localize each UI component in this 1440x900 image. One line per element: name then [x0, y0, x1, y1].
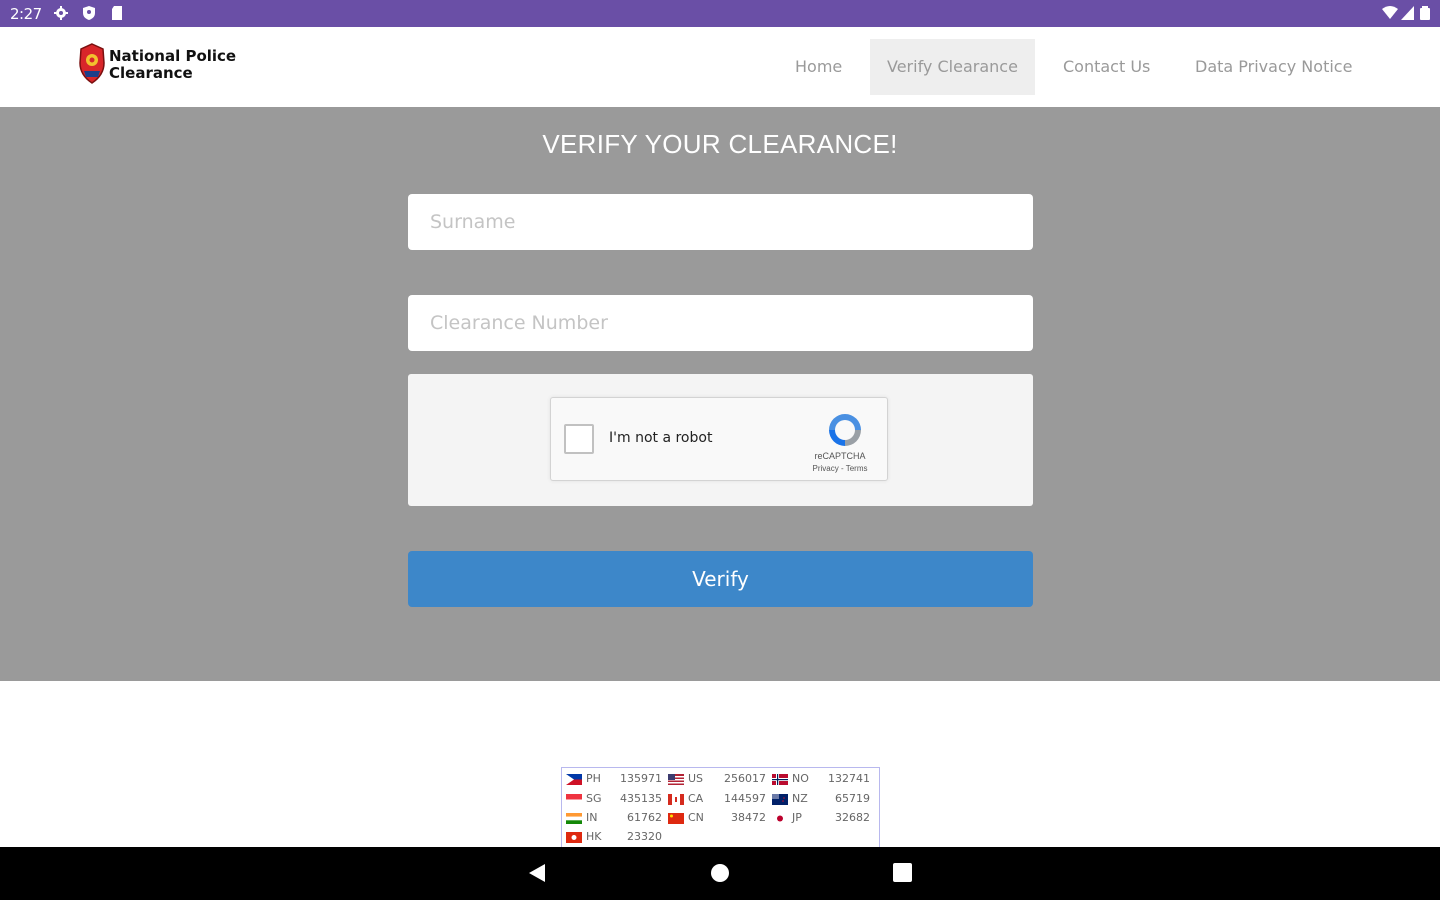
system-nav-bar: [0, 847, 1440, 900]
pnp-badge-icon: [79, 43, 105, 84]
recaptcha-links[interactable]: Privacy - Terms: [801, 464, 879, 473]
clearance-number-input[interactable]: [408, 295, 1033, 351]
back-icon[interactable]: [528, 863, 546, 883]
flag-count: 435135: [620, 792, 662, 805]
flag-sg-icon: [566, 794, 582, 805]
flag-count: 135971: [620, 772, 662, 785]
flag-code: NO: [792, 772, 809, 785]
wifi-icon: [1382, 6, 1398, 19]
flag-cn-icon: [668, 813, 684, 824]
flag-count: 38472: [731, 811, 766, 824]
verify-button[interactable]: Verify: [408, 551, 1033, 607]
logo-line-1: National Police: [109, 47, 237, 65]
flag-code: CN: [688, 811, 704, 824]
flag-count: 65719: [835, 792, 870, 805]
flag-in-icon: [566, 813, 582, 824]
nav-data-privacy-notice[interactable]: Data Privacy Notice: [1178, 39, 1369, 95]
verify-section: VERIFY YOUR CLEARANCE! I'm not a robot r…: [0, 107, 1440, 681]
flag-nz-icon: [772, 794, 788, 805]
status-time: 2:27: [10, 5, 42, 23]
recaptcha-widget: I'm not a robot reCAPTCHA Privacy - Term…: [550, 397, 888, 481]
flag-counter[interactable]: PH 135971 US 256017 NO 132741 SG 435135 …: [561, 767, 880, 847]
status-bar: 2:27: [0, 0, 1440, 27]
recaptcha-logo-icon: [829, 414, 861, 446]
recaptcha-checkbox[interactable]: [564, 424, 594, 454]
flag-count: 144597: [724, 792, 766, 805]
flag-count: 256017: [724, 772, 766, 785]
flag-us-icon: [668, 774, 684, 785]
flag-hk-icon: [566, 832, 582, 843]
nav-verify-clearance[interactable]: Verify Clearance: [870, 39, 1035, 95]
page-title: VERIFY YOUR CLEARANCE!: [542, 129, 898, 159]
recaptcha-brand: reCAPTCHA: [814, 451, 866, 461]
flag-code: NZ: [792, 792, 808, 805]
flag-code: CA: [688, 792, 704, 805]
signal-icon: [1401, 6, 1414, 20]
captcha-container: I'm not a robot reCAPTCHA Privacy - Term…: [408, 374, 1033, 506]
recaptcha-label: I'm not a robot: [609, 430, 713, 446]
flag-no-icon: [772, 774, 788, 785]
flag-count: 61762: [627, 811, 662, 824]
nav-contact-us[interactable]: Contact Us: [1046, 39, 1167, 95]
flag-ca-icon: [668, 794, 684, 805]
flag-ph-icon: [566, 774, 582, 785]
site-logo[interactable]: National Police Clearance: [78, 43, 258, 87]
sd-card-icon: [112, 6, 122, 20]
flag-code: IN: [586, 811, 598, 824]
flag-count: 132741: [828, 772, 870, 785]
logo-text: National Police Clearance: [109, 48, 236, 82]
battery-icon: [1420, 6, 1430, 20]
gear-icon: [54, 6, 68, 20]
recents-icon[interactable]: [893, 863, 912, 882]
nav-home[interactable]: Home: [778, 39, 859, 95]
flag-jp-icon: [772, 813, 788, 824]
flag-code: PH: [586, 772, 601, 785]
flag-code: JP: [792, 811, 802, 824]
flag-count: 32682: [835, 811, 870, 824]
surname-input[interactable]: [408, 194, 1033, 250]
flag-count: 23320: [627, 830, 662, 843]
home-icon[interactable]: [710, 863, 730, 883]
logo-line-2: Clearance: [109, 64, 193, 82]
flag-code: SG: [586, 792, 602, 805]
flag-code: HK: [586, 830, 602, 843]
shield-icon: [83, 6, 95, 20]
flag-code: US: [688, 772, 704, 785]
site-header: National Police Clearance Home Verify Cl…: [0, 27, 1440, 107]
